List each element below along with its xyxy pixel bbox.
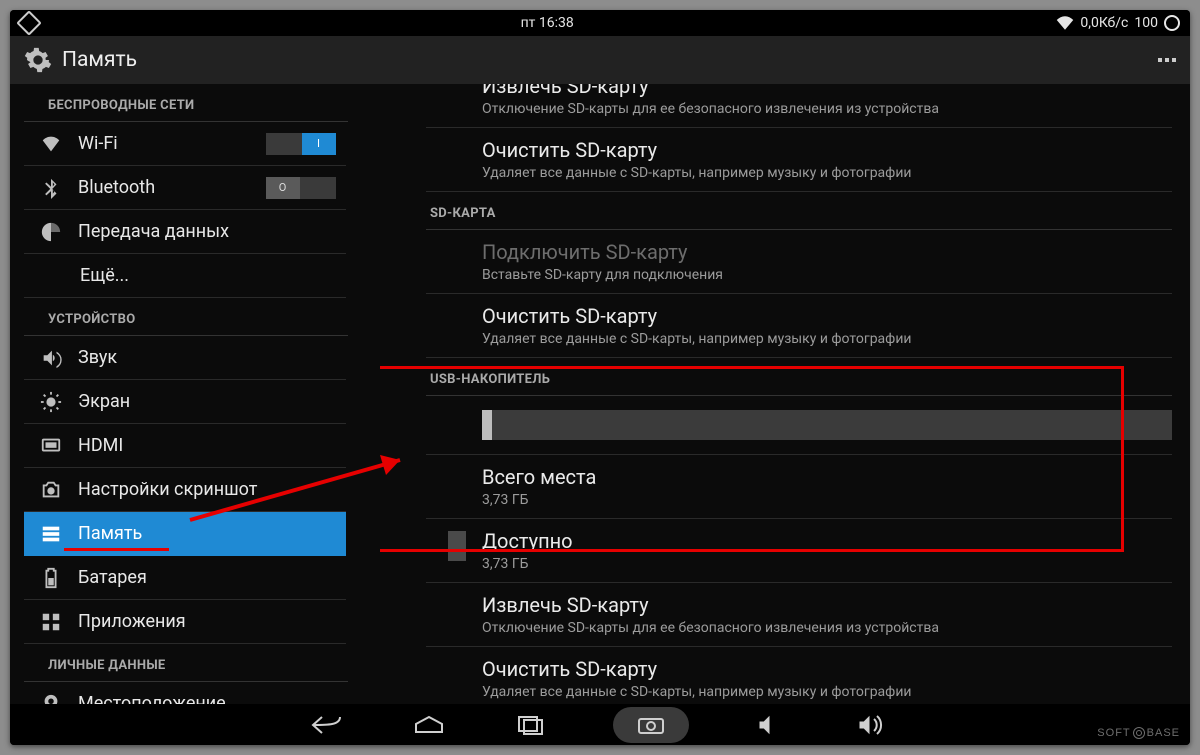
status-bar: пт 16:38 0,0Кб/с 100 (10, 10, 1190, 36)
wifi-icon (40, 133, 62, 155)
sidebar-item-apps[interactable]: Приложения (24, 600, 346, 644)
sidebar-item-label: Батарея (78, 567, 147, 588)
wifi-icon (1056, 16, 1074, 30)
row-usage-bar (426, 396, 1172, 455)
sidebar-item-label: Bluetooth (78, 177, 155, 198)
sidebar-item-label: Местоположение (78, 693, 226, 704)
bluetooth-toggle[interactable]: O (266, 177, 336, 199)
nav-screenshot-button[interactable] (613, 707, 689, 743)
sidebar-item-label: Приложения (78, 611, 186, 632)
status-battery: 100 (1134, 15, 1158, 31)
sidebar-item-battery[interactable]: Батарея (24, 556, 346, 600)
sidebar-item-label: HDMI (78, 435, 123, 456)
nav-volume-up-button[interactable] (853, 710, 893, 740)
sidebar-item-label: Wi-Fi (78, 133, 118, 154)
apps-icon (40, 611, 62, 633)
nav-back-button[interactable] (307, 710, 347, 740)
row-total-space[interactable]: Всего места 3,73 ГБ (426, 455, 1172, 519)
overflow-menu-button[interactable] (1158, 58, 1176, 62)
settings-gear-icon (24, 46, 52, 74)
storage-icon (40, 523, 62, 545)
section-wireless: БЕСПРОВОДНЫЕ СЕТИ (24, 84, 348, 122)
sidebar-item-screenshot[interactable]: Настройки скриншот (24, 468, 346, 512)
available-color-swatch (448, 531, 466, 561)
sidebar-item-label: Звук (78, 347, 117, 368)
status-time: пт 16:38 (38, 15, 1056, 31)
location-icon (40, 693, 62, 705)
data-usage-icon (40, 221, 62, 243)
nav-volume-down-button[interactable] (751, 710, 791, 740)
storage-content: Извлечь SD-карту Отключение SD-карты для… (380, 84, 1190, 704)
section-usb-storage: USB-НАКОПИТЕЛЬ (426, 358, 1172, 396)
sidebar-item-display[interactable]: Экран (24, 380, 346, 424)
section-personal: ЛИЧНЫЕ ДАННЫЕ (24, 644, 348, 682)
sidebar-item-sound[interactable]: Звук (24, 336, 346, 380)
sidebar-item-hdmi[interactable]: HDMI (24, 424, 346, 468)
app-header: Память (10, 36, 1190, 84)
wifi-toggle[interactable]: I (266, 133, 336, 155)
sidebar-item-label: Ещё... (80, 265, 129, 286)
row-eject-sd-top[interactable]: Извлечь SD-карту Отключение SD-карты для… (426, 84, 1172, 128)
sidebar-item-label: Экран (78, 391, 130, 412)
sidebar-item-label: Память (78, 523, 142, 544)
sidebar-item-bluetooth[interactable]: Bluetooth O (24, 166, 346, 210)
nav-recent-button[interactable] (511, 710, 551, 740)
page-title: Память (62, 48, 137, 72)
row-mount-sd: Подключить SD-карту Вставьте SD-карту дл… (426, 230, 1172, 294)
section-device: УСТРОЙСТВО (24, 298, 348, 336)
nav-home-button[interactable] (409, 710, 449, 740)
sound-icon (40, 347, 62, 369)
settings-sidebar: БЕСПРОВОДНЫЕ СЕТИ Wi-Fi I Bluetooth O Пе… (10, 84, 380, 704)
sidebar-item-wifi[interactable]: Wi-Fi I (24, 122, 346, 166)
status-net: 0,0Кб/с (1080, 15, 1128, 31)
row-available-space[interactable]: Доступно 3,73 ГБ (426, 519, 1172, 583)
row-erase-sd-top[interactable]: Очистить SD-карту Удаляет все данные с S… (426, 128, 1172, 192)
sidebar-item-more[interactable]: Ещё... (24, 254, 346, 298)
annotation-underline (64, 548, 169, 551)
row-erase-usb[interactable]: Очистить SD-карту Удаляет все данные с S… (426, 647, 1172, 704)
battery-icon (40, 567, 62, 589)
battery-ring-icon (1164, 15, 1180, 31)
brightness-icon (40, 391, 62, 413)
watermark: SOFTBASE (1097, 727, 1180, 739)
hdmi-icon (40, 435, 62, 457)
navigation-bar (10, 704, 1190, 745)
row-eject-usb[interactable]: Извлечь SD-карту Отключение SD-карты для… (426, 583, 1172, 647)
sidebar-item-location[interactable]: Местоположение (24, 682, 346, 704)
sidebar-item-data-usage[interactable]: Передача данных (24, 210, 346, 254)
sidebar-item-label: Настройки скриншот (78, 479, 257, 500)
bluetooth-icon (40, 177, 62, 199)
camera-icon (40, 479, 62, 501)
section-sd-card: SD-КАРТА (426, 192, 1172, 230)
storage-usage-bar (482, 410, 1172, 440)
sidebar-item-label: Передача данных (78, 221, 229, 242)
row-erase-sd[interactable]: Очистить SD-карту Удаляет все данные с S… (426, 294, 1172, 358)
sidebar-item-storage[interactable]: Память (24, 512, 346, 556)
